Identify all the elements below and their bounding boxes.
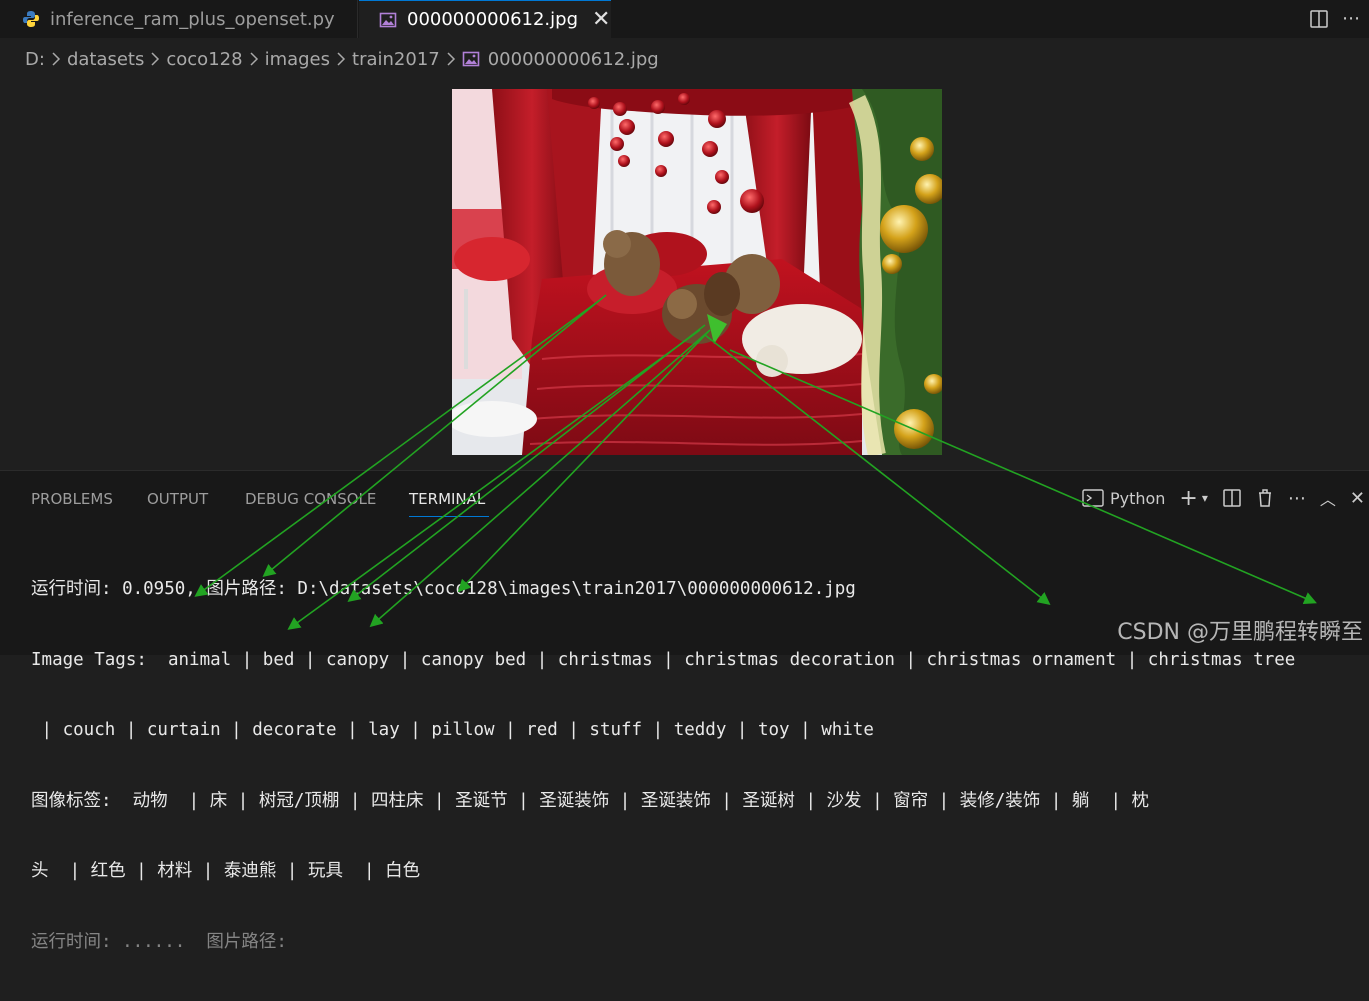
- add-terminal-icon[interactable]: +: [1179, 486, 1197, 511]
- more-actions-icon[interactable]: ⋯: [1288, 488, 1306, 509]
- tab-problems[interactable]: PROBLEMS: [31, 490, 113, 508]
- terminal-line: Image Tags: animal | bed | canopy | cano…: [31, 649, 1296, 670]
- panel-actions: Python + ▾ ⋯ ︿ ✕: [1082, 483, 1369, 513]
- breadcrumb: D: datasets coco128 images train2017 000…: [25, 46, 659, 72]
- maximize-panel-icon[interactable]: ︿: [1320, 486, 1336, 510]
- tab-output[interactable]: OUTPUT: [147, 490, 208, 508]
- tab-terminal[interactable]: TERMINAL: [409, 490, 485, 508]
- tab-label: inference_ram_plus_openset.py: [50, 8, 335, 30]
- more-actions-icon[interactable]: ⋯: [1342, 8, 1361, 29]
- image-file-icon: [379, 12, 397, 27]
- chevron-right-icon: [52, 52, 60, 66]
- breadcrumb-file[interactable]: 000000000612.jpg: [488, 49, 659, 70]
- close-panel-icon[interactable]: ✕: [1350, 488, 1365, 509]
- terminal-output[interactable]: 运行时间: 0.0950, 图片路径: D:\datasets\coco128\…: [31, 531, 1361, 1001]
- close-icon[interactable]: ✕: [592, 8, 610, 31]
- breadcrumb-train2017[interactable]: train2017: [352, 49, 440, 70]
- breadcrumb-drive[interactable]: D:: [25, 49, 45, 70]
- chevron-right-icon: [447, 52, 455, 66]
- terminal-line: 运行时间: ...... 图片路径:: [31, 931, 287, 952]
- split-editor-icon[interactable]: [1309, 9, 1329, 29]
- terminal-icon: [1082, 489, 1104, 507]
- split-terminal-icon[interactable]: [1222, 488, 1242, 508]
- trash-icon[interactable]: [1256, 488, 1274, 508]
- terminal-profile-label: Python: [1109, 488, 1166, 508]
- chevron-down-icon[interactable]: ▾: [1202, 491, 1208, 505]
- tab-label: 000000000612.jpg: [407, 9, 578, 30]
- tab-debug-console[interactable]: DEBUG CONSOLE: [245, 490, 376, 508]
- chevron-right-icon: [337, 52, 346, 66]
- editor-tab-bar: inference_ram_plus_openset.py 0000000006…: [0, 0, 1369, 38]
- tab-image-file[interactable]: 000000000612.jpg ✕: [359, 0, 611, 38]
- active-tab-indicator: [409, 516, 489, 517]
- terminal-line: 图像标签: 动物 | 床 | 树冠/顶棚 | 四柱床 | 圣诞节 | 圣诞装饰 …: [31, 790, 1150, 811]
- terminal-profile-button[interactable]: Python: [1082, 489, 1165, 508]
- breadcrumb-coco128[interactable]: coco128: [166, 49, 242, 70]
- watermark: CSDN @万里鹏程转瞬至: [1117, 620, 1363, 645]
- breadcrumb-images[interactable]: images: [265, 49, 330, 70]
- chevron-right-icon: [250, 52, 258, 66]
- preview-image: [452, 89, 942, 455]
- breadcrumb-datasets[interactable]: datasets: [67, 49, 144, 70]
- python-icon: [23, 11, 39, 27]
- chevron-right-icon: [151, 52, 160, 66]
- terminal-line: | couch | curtain | decorate | lay | pil…: [31, 720, 874, 740]
- terminal-line: 头 | 红色 | 材料 | 泰迪熊 | 玩具 | 白色: [31, 861, 421, 881]
- terminal-line: 运行时间: 0.0950, 图片路径: D:\datasets\coco128\…: [31, 579, 856, 599]
- image-file-icon: [462, 51, 480, 67]
- tab-python-file[interactable]: inference_ram_plus_openset.py: [0, 0, 358, 38]
